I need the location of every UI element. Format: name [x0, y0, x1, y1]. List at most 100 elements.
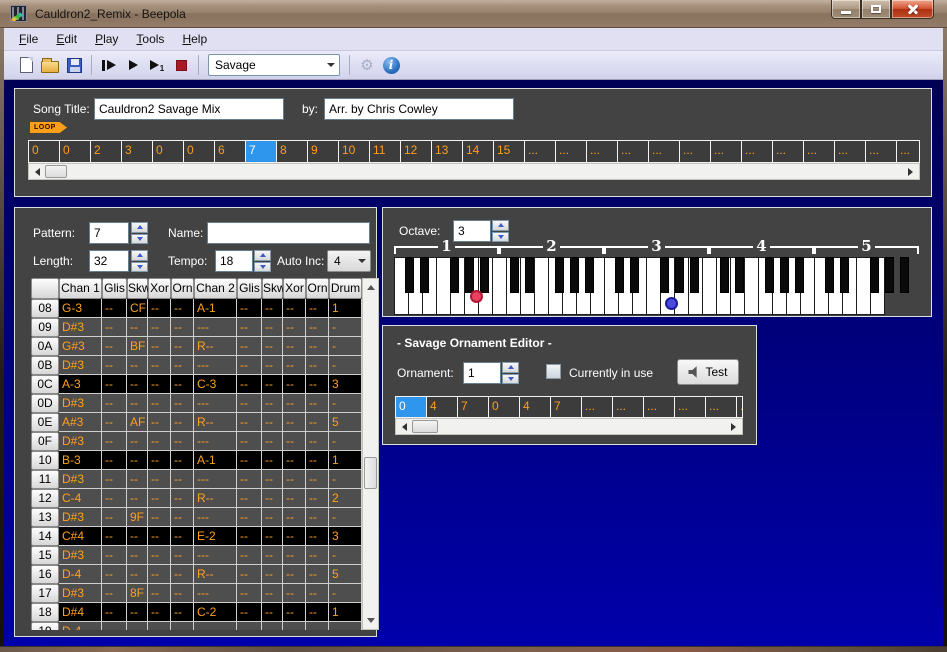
pattern-cell[interactable]: -- [283, 470, 306, 489]
pattern-cell[interactable]: -- [102, 622, 127, 630]
pattern-cell[interactable]: -- [237, 603, 262, 622]
pattern-cell[interactable]: -- [283, 603, 306, 622]
ornament-cell[interactable]: ... [706, 397, 737, 417]
ornament-cell[interactable]: 4 [427, 397, 458, 417]
piano-white-key[interactable] [534, 257, 549, 315]
pattern-cell[interactable]: -- [237, 451, 262, 470]
pattern-cell[interactable]: -- [171, 489, 194, 508]
pattern-cell[interactable]: D#3 [59, 470, 102, 489]
pattern-cell[interactable]: -- [171, 451, 194, 470]
pattern-cell[interactable]: -- [237, 394, 262, 413]
piano-black-key[interactable] [720, 257, 729, 293]
menu-tools[interactable]: Tools [127, 29, 173, 49]
pattern-cell[interactable]: -- [306, 546, 329, 565]
spin-up-icon[interactable] [131, 222, 148, 233]
pattern-cell[interactable]: -- [283, 508, 306, 527]
pattern-cell[interactable]: CF [127, 299, 148, 318]
play-song-button[interactable] [97, 53, 121, 77]
piano-black-key[interactable] [555, 257, 564, 293]
pattern-cell[interactable]: -- [262, 584, 283, 603]
piano-black-key[interactable] [525, 257, 534, 293]
minimize-button[interactable] [831, 0, 861, 19]
sequence-cell[interactable]: ... [649, 141, 680, 162]
pattern-cell[interactable]: -- [237, 299, 262, 318]
pattern-cell[interactable]: 1 [329, 451, 362, 470]
pattern-cell[interactable]: -- [148, 356, 171, 375]
pattern-cell[interactable]: -- [306, 394, 329, 413]
piano-black-key[interactable] [840, 257, 849, 293]
pattern-cell[interactable]: -- [148, 299, 171, 318]
pattern-cell[interactable]: -- [283, 584, 306, 603]
pattern-cell[interactable]: -- [148, 622, 171, 630]
piano-black-key[interactable] [615, 257, 624, 293]
pattern-cell[interactable]: - [329, 394, 362, 413]
pattern-cell[interactable]: -- [127, 489, 148, 508]
pattern-cell[interactable]: -- [237, 546, 262, 565]
sequence-cell[interactable]: ... [866, 141, 897, 162]
pattern-cell[interactable]: -- [262, 356, 283, 375]
pattern-cell[interactable]: 9F [127, 508, 148, 527]
pattern-cell[interactable]: -- [148, 394, 171, 413]
sequence-cell[interactable]: ... [525, 141, 556, 162]
row-address[interactable]: 0F [31, 432, 59, 451]
length-spinner[interactable] [131, 250, 148, 272]
ornament-cell[interactable]: ... [737, 397, 743, 417]
pattern-cell[interactable]: -- [262, 508, 283, 527]
pattern-cell[interactable]: -- [102, 603, 127, 622]
pattern-cell[interactable]: -- [171, 299, 194, 318]
pattern-cell[interactable]: -- [237, 527, 262, 546]
ornament-scrollbar[interactable] [395, 418, 743, 435]
autoinc-dropdown[interactable]: 4 [327, 250, 371, 272]
song-sequence-scrollbar[interactable] [28, 163, 920, 180]
row-address[interactable]: 0C [31, 375, 59, 394]
pattern-cell[interactable]: R-- [194, 337, 237, 356]
song-author-input[interactable] [324, 98, 514, 120]
pattern-cell[interactable]: -- [127, 622, 148, 630]
sequence-cell[interactable]: 12 [401, 141, 432, 162]
pattern-cell[interactable]: E-2 [194, 527, 237, 546]
pattern-cell[interactable]: - [329, 318, 362, 337]
pattern-cell[interactable]: -- [306, 603, 329, 622]
pattern-cell[interactable]: -- [127, 375, 148, 394]
pattern-cell[interactable]: BF [127, 337, 148, 356]
sequence-cell[interactable]: 0 [29, 141, 60, 162]
sequence-cell[interactable]: 14 [463, 141, 494, 162]
pattern-cell[interactable]: -- [237, 337, 262, 356]
octave-spinner[interactable] [492, 220, 509, 242]
row-address[interactable]: 09 [31, 318, 59, 337]
close-button[interactable] [891, 0, 934, 19]
sequence-cell[interactable]: 0 [60, 141, 91, 162]
pattern-cell[interactable]: 5 [329, 413, 362, 432]
open-file-button[interactable] [38, 53, 62, 77]
pattern-name-input[interactable] [207, 222, 370, 244]
piano-black-key[interactable] [585, 257, 594, 293]
scrollbar-thumb[interactable] [45, 165, 67, 178]
spin-up-icon[interactable] [502, 362, 519, 373]
pattern-cell[interactable]: -- [283, 622, 306, 630]
pattern-cell[interactable]: --- [194, 394, 237, 413]
pattern-cell[interactable]: --- [194, 508, 237, 527]
pattern-cell[interactable]: -- [262, 337, 283, 356]
spin-up-icon[interactable] [131, 250, 148, 261]
row-address[interactable]: 0D [31, 394, 59, 413]
pattern-cell[interactable]: -- [306, 489, 329, 508]
menu-edit[interactable]: Edit [47, 29, 86, 49]
sequence-cell[interactable]: ... [587, 141, 618, 162]
pattern-cell[interactable]: -- [306, 299, 329, 318]
pattern-cell[interactable]: -- [262, 622, 283, 630]
pattern-cell[interactable]: -- [171, 622, 194, 630]
piano-black-key[interactable] [465, 257, 474, 293]
sequence-cell[interactable]: ... [773, 141, 804, 162]
pattern-cell[interactable]: 5 [329, 565, 362, 584]
ornament-cell[interactable]: 4 [520, 397, 551, 417]
pattern-cell[interactable]: - [329, 584, 362, 603]
pattern-cell[interactable]: -- [102, 489, 127, 508]
pattern-cell[interactable]: -- [237, 584, 262, 603]
piano-black-key[interactable] [900, 257, 909, 293]
piano-black-key[interactable] [480, 257, 489, 293]
pattern-cell[interactable]: --- [194, 622, 237, 630]
row-address[interactable]: 13 [31, 508, 59, 527]
sequence-cell[interactable]: ... [742, 141, 773, 162]
pattern-cell[interactable]: -- [102, 432, 127, 451]
row-address[interactable]: 0A [31, 337, 59, 356]
